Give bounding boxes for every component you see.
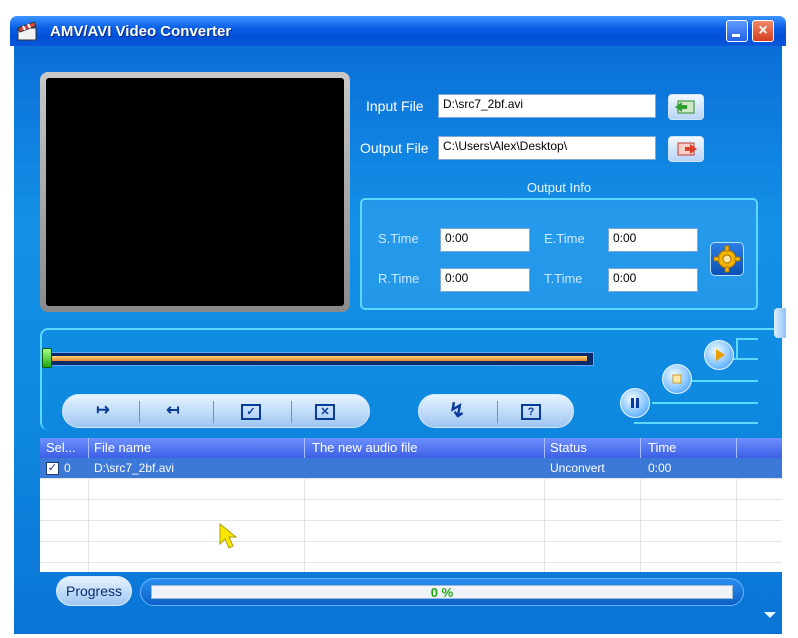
e-time-label: E.Time (544, 231, 585, 246)
pause-icon (631, 398, 639, 408)
col-time[interactable]: Time (648, 440, 676, 455)
file-list: Sel... File name The new audio file Stat… (40, 438, 782, 572)
play-icon (716, 349, 725, 361)
side-panel-tab[interactable] (774, 308, 786, 338)
chevron-down-icon[interactable] (764, 612, 776, 618)
t-time-field[interactable]: 0:00 (608, 268, 698, 292)
row-status: Unconvert (550, 461, 605, 475)
client-area: Input File D:\src7_2bf.avi Output File C… (14, 46, 786, 634)
progress-bar: 0 % (140, 578, 744, 606)
close-button[interactable]: × (752, 20, 774, 42)
r-time-label: R.Time (378, 271, 420, 286)
minimize-button[interactable] (726, 20, 748, 42)
seek-track-fill (47, 356, 587, 361)
open-folder-icon (675, 100, 695, 114)
video-preview-frame (40, 72, 350, 312)
row-file-name: D:\src7_2bf.avi (94, 461, 175, 475)
input-file-label: Input File (366, 98, 424, 114)
s-time-field[interactable]: 0:00 (440, 228, 530, 252)
set-start-icon[interactable]: ↦ (93, 403, 113, 419)
row-checkbox[interactable]: ✓ (46, 462, 59, 475)
output-file-field[interactable]: C:\Users\Alex\Desktop\ (438, 136, 656, 160)
edit-button-group: ↦ ↤ ✓ ✕ (62, 394, 370, 428)
seek-track[interactable] (46, 352, 594, 366)
stop-button[interactable] (662, 364, 692, 394)
choose-output-button[interactable] (668, 136, 704, 162)
clapperboard-icon (17, 21, 37, 41)
table-row[interactable] (40, 521, 782, 542)
window-title: AMV/AVI Video Converter (50, 23, 232, 40)
save-folder-icon (677, 142, 697, 156)
settings-button[interactable] (710, 242, 744, 276)
video-preview (46, 78, 344, 306)
title-bar[interactable]: AMV/AVI Video Converter × (10, 16, 786, 46)
table-row[interactable] (40, 542, 782, 563)
stop-icon (672, 374, 682, 384)
table-row[interactable] (40, 479, 782, 500)
e-time-field[interactable]: 0:00 (608, 228, 698, 252)
help-icon[interactable]: ? (521, 404, 541, 420)
check-icon[interactable]: ✓ (241, 404, 261, 420)
app-window: AMV/AVI Video Converter × Input File D:\… (0, 0, 798, 638)
gear-icon (713, 245, 741, 273)
table-row[interactable]: ✓ 0 D:\src7_2bf.avi Unconvert 0:00 (40, 458, 782, 479)
convert-icon[interactable]: ↯ (447, 401, 467, 421)
col-file-name[interactable]: File name (94, 440, 151, 455)
open-input-button[interactable] (668, 94, 704, 120)
s-time-label: S.Time (378, 231, 419, 246)
cross-box-icon[interactable]: ✕ (315, 404, 335, 420)
progress-button[interactable]: Progress (56, 576, 132, 606)
progress-percent: 0 % (430, 585, 454, 600)
row-time: 0:00 (648, 461, 672, 475)
r-time-field[interactable]: 0:00 (440, 268, 530, 292)
col-new-audio[interactable]: The new audio file (312, 440, 418, 455)
progress-bar-inner: 0 % (151, 585, 733, 600)
seek-thumb[interactable] (42, 348, 52, 368)
col-status[interactable]: Status (550, 440, 587, 455)
output-info-title: Output Info (526, 180, 592, 195)
file-list-header: Sel... File name The new audio file Stat… (40, 438, 782, 458)
mouse-cursor-icon (219, 522, 238, 549)
output-file-label: Output File (360, 140, 429, 156)
play-button[interactable] (704, 340, 734, 370)
row-sel-index: 0 (64, 461, 71, 475)
col-sel[interactable]: Sel... (46, 440, 76, 455)
table-row[interactable] (40, 500, 782, 521)
convert-button-group: ↯ ? (418, 394, 574, 428)
input-file-field[interactable]: D:\src7_2bf.avi (438, 94, 656, 118)
pause-button[interactable] (620, 388, 650, 418)
t-time-label: T.Time (544, 271, 583, 286)
set-end-icon[interactable]: ↤ (163, 403, 183, 419)
output-info-group: S.Time 0:00 E.Time 0:00 R.Time 0:00 T.Ti… (360, 198, 758, 310)
